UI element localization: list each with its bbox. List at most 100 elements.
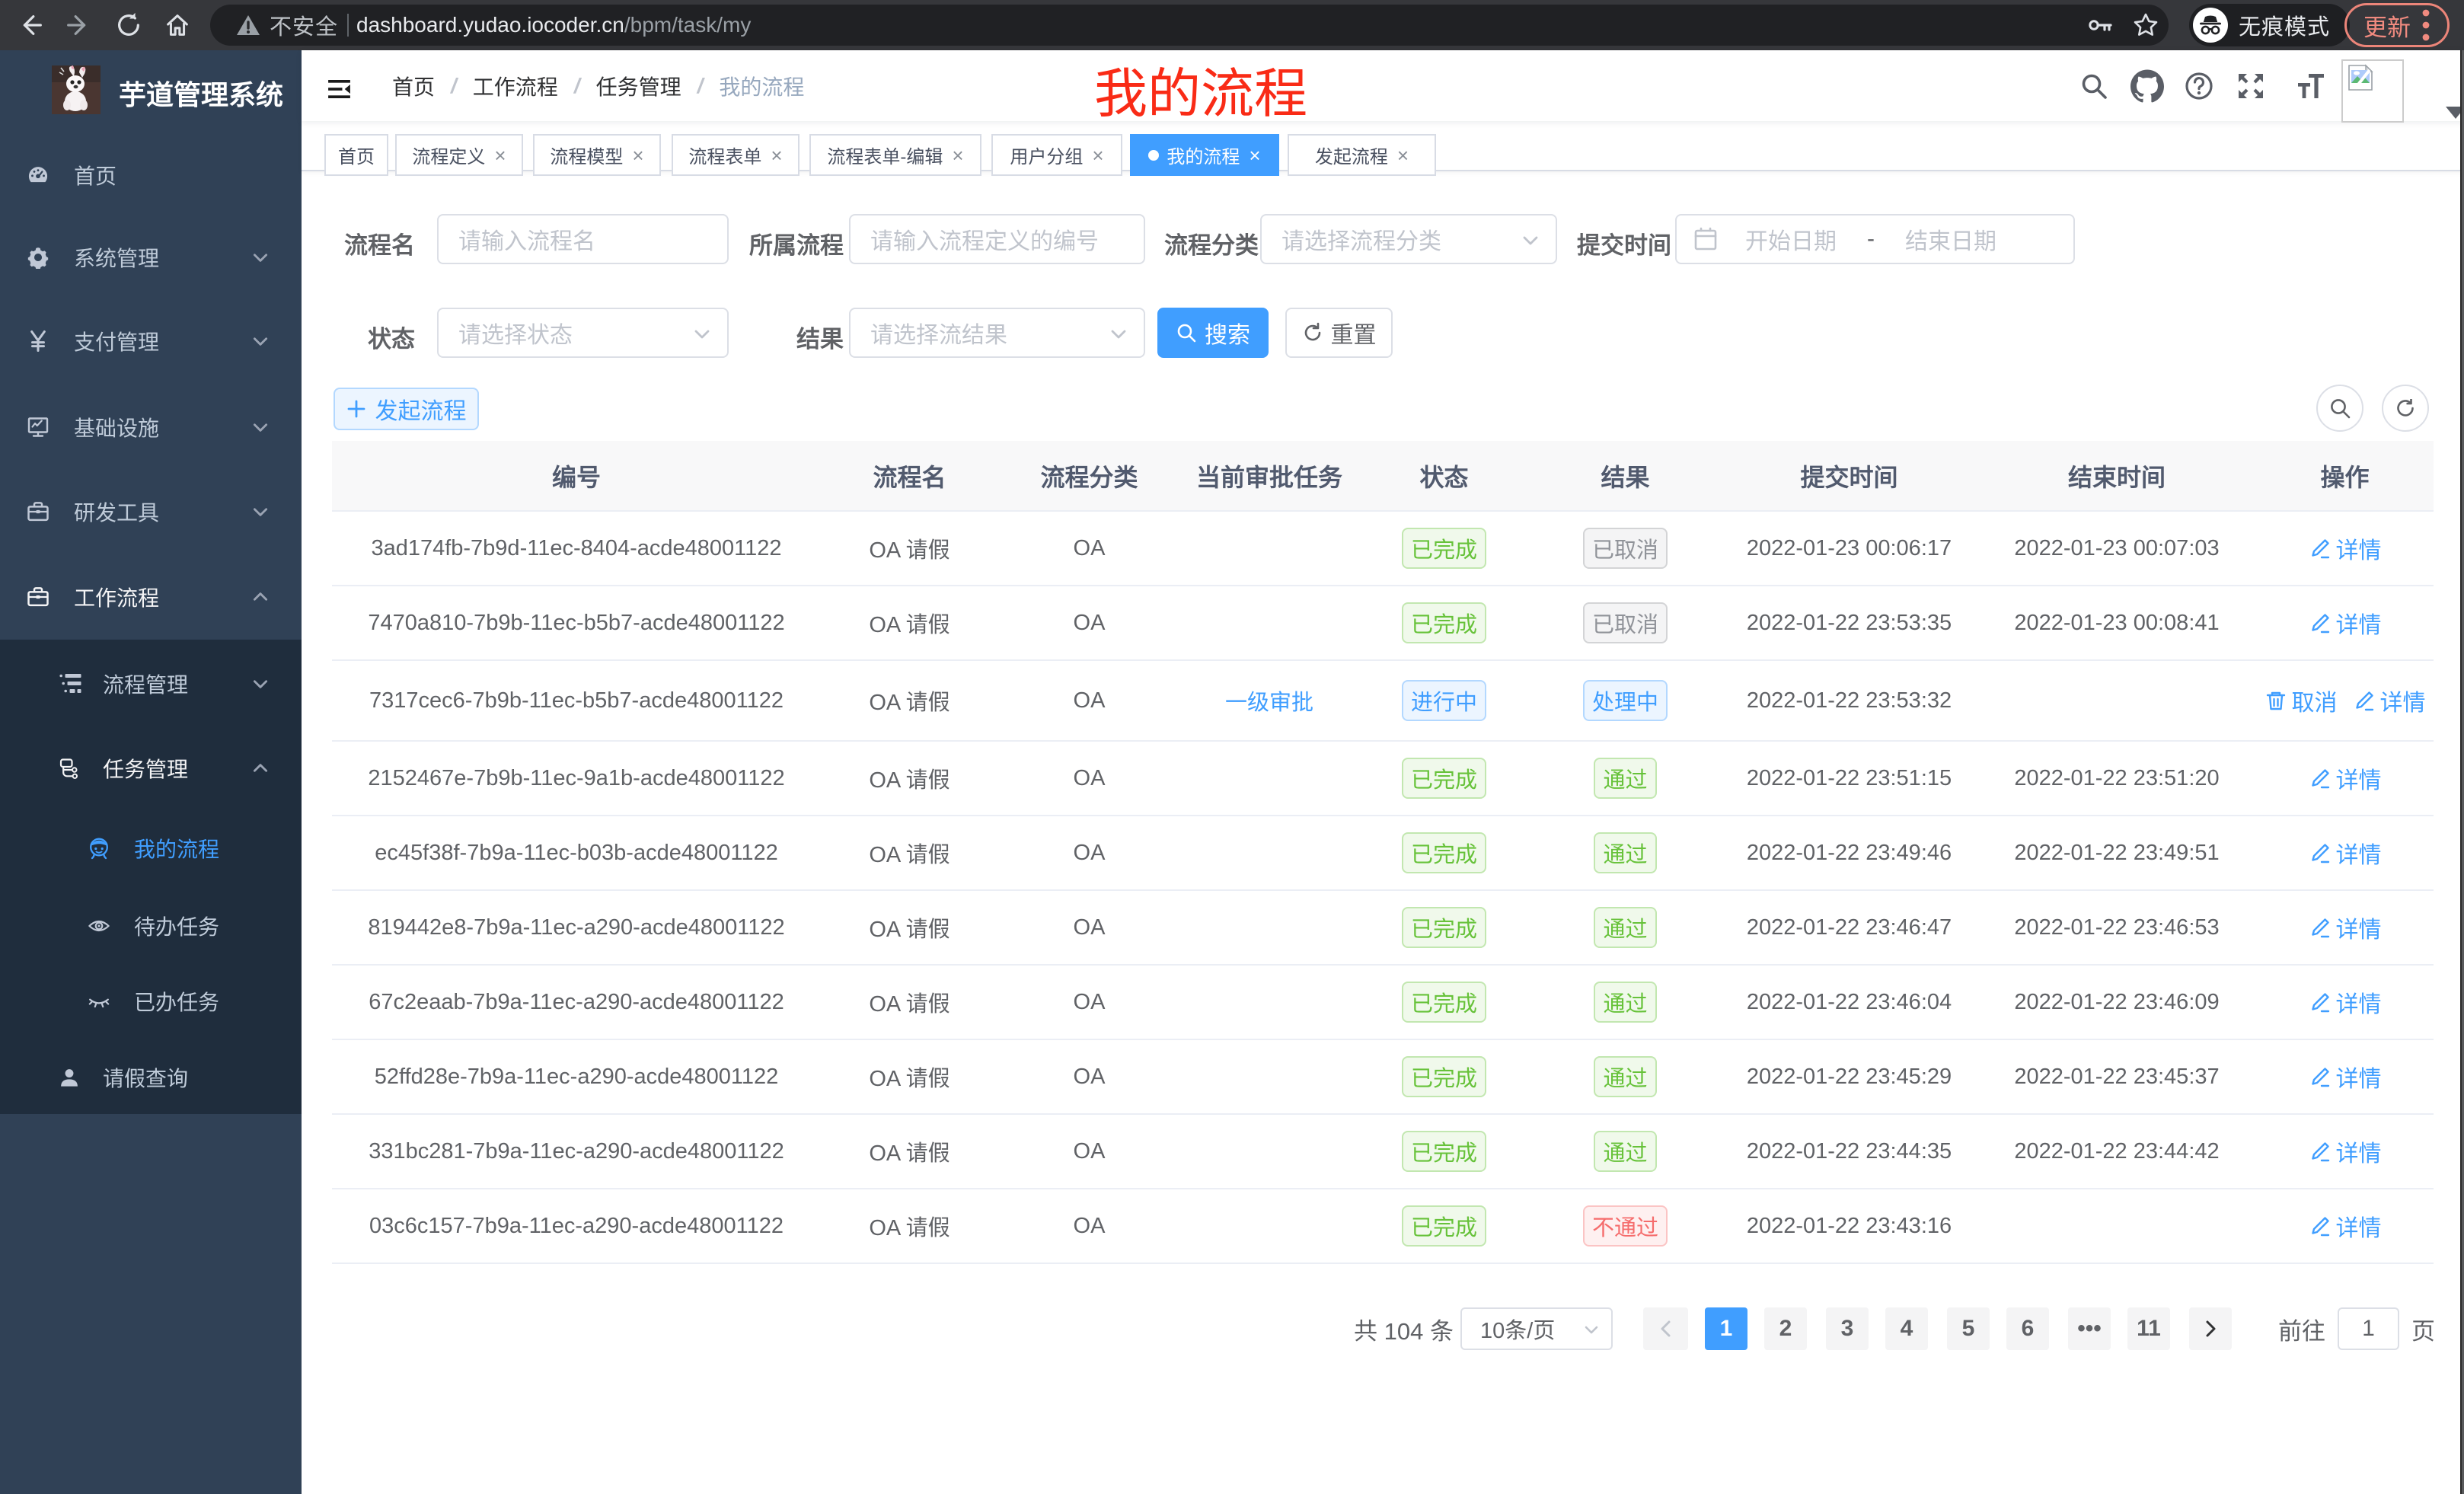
sidebar-item-done-tasks[interactable]: 已办任务	[0, 963, 302, 1039]
sidebar-item-todo-tasks[interactable]: 待办任务	[0, 888, 302, 964]
cell-actions: 详情	[2256, 911, 2434, 945]
page-size-select[interactable]: 10条/页	[1460, 1307, 1613, 1350]
goto-page-input[interactable]: 1	[2338, 1307, 2399, 1350]
search-button-label: 搜索	[1205, 316, 1250, 350]
breadcrumb-item[interactable]: 工作流程	[473, 71, 558, 101]
page-ellipsis[interactable]: •••	[2068, 1307, 2111, 1350]
close-icon[interactable]: ×	[771, 145, 782, 165]
github-icon[interactable]	[2130, 69, 2164, 103]
filter-status-select[interactable]: 请选择状态	[437, 308, 729, 358]
browser-menu-icon[interactable]	[2421, 7, 2430, 43]
create-button-label: 发起流程	[375, 392, 467, 426]
search-button[interactable]: 搜索	[1157, 308, 1269, 358]
page-button-2[interactable]: 2	[1764, 1307, 1807, 1350]
browser-reload-icon[interactable]	[114, 11, 143, 40]
page-button-11[interactable]: 11	[2127, 1307, 2170, 1350]
sidebar-item-devtools[interactable]: 研发工具	[0, 469, 302, 554]
prev-page-button[interactable]	[1643, 1307, 1688, 1350]
cancel-link[interactable]: 取消	[2265, 684, 2338, 717]
sidebar-item-infra[interactable]: 基础设施	[0, 385, 302, 470]
browser-back-icon[interactable]	[16, 11, 45, 40]
font-size-icon[interactable]	[2287, 71, 2327, 101]
filter-time-range[interactable]: 开始日期 - 结束日期	[1675, 214, 2075, 264]
update-button[interactable]: 更新	[2344, 3, 2450, 47]
sidebar-item-leave-query[interactable]: 请假查询	[0, 1039, 302, 1116]
cell-actions: 详情	[2256, 606, 2434, 640]
page-button-6[interactable]: 6	[2006, 1307, 2049, 1350]
task-link[interactable]: 一级审批	[1225, 691, 1313, 715]
table-row: 7317cec6-7b9b-11ec-b5b7-acde48001122 OA …	[332, 661, 2434, 742]
sidebar-item-workflow[interactable]: 工作流程	[0, 554, 302, 640]
sidebar-item-task-mgmt[interactable]: 任务管理	[0, 730, 302, 806]
bookmark-star-icon[interactable]	[2132, 11, 2159, 39]
column-header: 结果	[1530, 458, 1721, 493]
cell-end-time: 2022-01-22 23:45:37	[1977, 1065, 2256, 1090]
refresh-table-button[interactable]	[2382, 385, 2429, 432]
detail-link[interactable]: 详情	[2309, 985, 2382, 1019]
tab-my-process[interactable]: 我的流程×	[1130, 134, 1279, 176]
column-header: 提交时间	[1721, 458, 1977, 493]
cell-result: 通过	[1530, 832, 1721, 873]
detail-link[interactable]: 详情	[2309, 911, 2382, 944]
tab-process-form-edit[interactable]: 流程表单-编辑×	[809, 134, 981, 176]
sidebar-item-home[interactable]: 首页	[0, 132, 302, 218]
password-key-icon[interactable]	[2086, 11, 2114, 39]
page-button-1[interactable]: 1	[1705, 1307, 1747, 1350]
browser-home-icon[interactable]	[163, 11, 192, 40]
close-icon[interactable]: ×	[1092, 145, 1103, 165]
close-icon[interactable]: ×	[1397, 145, 1409, 165]
tab-user-group[interactable]: 用户分组×	[991, 134, 1122, 176]
close-icon[interactable]: ×	[952, 145, 963, 165]
sidebar-item-pay[interactable]: 支付管理	[0, 298, 302, 384]
browser-forward-icon[interactable]	[64, 11, 93, 40]
plus-icon	[346, 399, 366, 419]
breadcrumb-item[interactable]: 任务管理	[596, 71, 681, 101]
update-label: 更新	[2363, 8, 2411, 43]
sidebar-item-process-mgmt[interactable]: 流程管理	[0, 646, 302, 722]
cell-actions: 详情	[2256, 532, 2434, 566]
show-search-button[interactable]	[2316, 385, 2363, 432]
help-icon[interactable]	[2184, 71, 2214, 101]
tab-process-definition[interactable]: 流程定义×	[395, 134, 523, 176]
header-search-icon[interactable]	[2079, 71, 2109, 101]
fullscreen-icon[interactable]	[2236, 71, 2266, 101]
create-process-button[interactable]: 发起流程	[334, 388, 479, 430]
address-bar[interactable]: 不安全 dashboard.yudao.iocoder.cn/bpm/task/…	[210, 5, 2169, 46]
breadcrumb-item[interactable]: 首页	[392, 71, 435, 101]
detail-link[interactable]: 详情	[2309, 532, 2382, 565]
sidebar-item-system[interactable]: 系统管理	[0, 215, 302, 300]
next-page-button[interactable]	[2189, 1307, 2232, 1350]
cell-end-time: 2022-01-23 00:08:41	[1977, 611, 2256, 636]
reset-button[interactable]: 重置	[1285, 308, 1393, 358]
detail-link[interactable]: 详情	[2309, 761, 2382, 795]
filter-result-select[interactable]: 请选择流结果	[849, 308, 1145, 358]
tab-process-model[interactable]: 流程模型×	[533, 134, 661, 176]
detail-link[interactable]: 详情	[2309, 1060, 2382, 1093]
table-row: 03c6c157-7b9a-11ec-a290-acde48001122 OA …	[332, 1189, 2434, 1264]
avatar[interactable]	[2341, 59, 2404, 123]
column-header: 流程名	[821, 458, 998, 493]
page-button-4[interactable]: 4	[1885, 1307, 1928, 1350]
result-tag: 已取消	[1583, 602, 1668, 643]
close-icon[interactable]: ×	[632, 145, 643, 165]
detail-link[interactable]: 详情	[2353, 684, 2426, 717]
page-button-3[interactable]: 3	[1826, 1307, 1869, 1350]
tab-home[interactable]: 首页	[324, 134, 388, 176]
filter-category-select[interactable]: 请选择流程分类	[1260, 214, 1557, 264]
close-icon[interactable]: ×	[494, 145, 506, 165]
detail-link[interactable]: 详情	[2309, 836, 2382, 870]
sidebar-logo[interactable]: 芋道管理系统	[0, 50, 302, 136]
cell-category: OA	[998, 1065, 1180, 1090]
detail-link[interactable]: 详情	[2309, 1209, 2382, 1243]
filter-definition-input[interactable]: 请输入流程定义的编号	[849, 214, 1145, 264]
tab-process-form[interactable]: 流程表单×	[672, 134, 800, 176]
tab-start-process[interactable]: 发起流程×	[1288, 134, 1436, 176]
close-icon[interactable]: ×	[1249, 145, 1260, 165]
detail-link[interactable]: 详情	[2309, 606, 2382, 640]
filter-category-label: 流程分类	[1155, 226, 1259, 260]
sidebar-toggle-icon[interactable]	[327, 77, 352, 101]
filter-name-input[interactable]: 请输入流程名	[437, 214, 729, 264]
detail-link[interactable]: 详情	[2309, 1135, 2382, 1168]
page-button-5[interactable]: 5	[1947, 1307, 1990, 1350]
sidebar-item-my-process[interactable]: 我的流程	[0, 810, 302, 886]
